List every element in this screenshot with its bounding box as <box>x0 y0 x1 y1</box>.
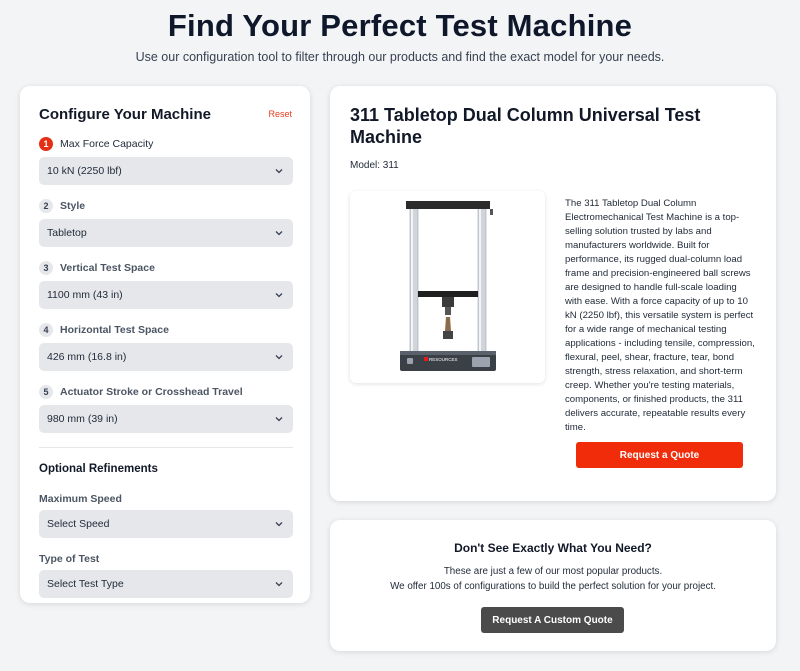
configure-title: Configure Your Machine <box>39 106 211 123</box>
product-panel: 311 Tabletop Dual Column Universal Test … <box>330 86 776 501</box>
select-value: Select Test Type <box>47 578 124 590</box>
test-type-select[interactable]: Select Test Type <box>39 570 293 598</box>
select-value: 10 kN (2250 lbf) <box>47 165 122 177</box>
custom-line-2: We offer 100s of configurations to build… <box>390 581 716 592</box>
select-value: Select Speed <box>47 518 110 530</box>
field-label: Horizontal Test Space <box>60 324 169 336</box>
vertical-space-select[interactable]: 1100 mm (43 in) <box>39 281 293 309</box>
horizontal-space-select[interactable]: 426 mm (16.8 in) <box>39 343 293 371</box>
test-machine-illustration: RESOURCES <box>400 201 496 371</box>
brand-logo-text: RESOURCES <box>429 357 458 362</box>
request-custom-quote-button[interactable]: Request A Custom Quote <box>481 607 624 633</box>
request-quote-button[interactable]: Request a Quote <box>576 442 743 468</box>
field-style: 2 Style Tabletop <box>39 198 293 247</box>
page-title: Find Your Perfect Test Machine <box>167 8 633 43</box>
chevron-down-icon <box>275 293 283 298</box>
chevron-down-icon <box>275 231 283 236</box>
step-number-5: 5 <box>39 385 53 399</box>
product-image: RESOURCES <box>350 191 545 383</box>
select-value: Tabletop <box>47 227 87 239</box>
field-label: Actuator Stroke or Crosshead Travel <box>60 386 243 398</box>
actuator-stroke-select[interactable]: 980 mm (39 in) <box>39 405 293 433</box>
configure-panel: Configure Your Machine Reset 1 Max Force… <box>20 86 310 603</box>
product-title: 311 Tabletop Dual Column Universal Test … <box>350 105 701 147</box>
chevron-down-icon <box>275 355 283 360</box>
custom-title: Don't See Exactly What You Need? <box>454 541 652 555</box>
select-value: 426 mm (16.8 in) <box>47 351 127 363</box>
chevron-down-icon <box>275 169 283 174</box>
chevron-down-icon <box>275 582 283 587</box>
step-number-2: 2 <box>39 199 53 213</box>
select-value: 1100 mm (43 in) <box>47 289 123 301</box>
custom-line-1: These are just a few of our most popular… <box>443 566 663 577</box>
configure-header: Configure Your Machine Reset <box>39 106 292 123</box>
max-speed-select[interactable]: Select Speed <box>39 510 293 538</box>
step-number-3: 3 <box>39 261 53 275</box>
reset-link[interactable]: Reset <box>268 109 292 119</box>
chevron-down-icon <box>275 417 283 422</box>
custom-quote-panel: Don't See Exactly What You Need? These a… <box>330 520 776 651</box>
field-label: Max Force Capacity <box>60 138 154 150</box>
test-type-label: Type of Test <box>39 553 100 565</box>
field-label: Vertical Test Space <box>60 262 155 274</box>
step-number-1: 1 <box>39 137 53 151</box>
max-speed-label: Maximum Speed <box>39 493 122 505</box>
optional-refinements-title: Optional Refinements <box>39 463 158 475</box>
product-description: The 311 Tabletop Dual Column Electromech… <box>565 198 755 433</box>
divider <box>39 447 293 448</box>
field-actuator-stroke: 5 Actuator Stroke or Crosshead Travel 98… <box>39 384 293 433</box>
style-select[interactable]: Tabletop <box>39 219 293 247</box>
model-number: Model: 311 <box>350 160 399 171</box>
step-number-4: 4 <box>39 323 53 337</box>
max-force-select[interactable]: 10 kN (2250 lbf) <box>39 157 293 185</box>
field-vertical-space: 3 Vertical Test Space 1100 mm (43 in) <box>39 260 293 309</box>
hero: Find Your Perfect Test Machine Use our c… <box>0 0 800 64</box>
field-label: Style <box>60 200 86 212</box>
field-horizontal-space: 4 Horizontal Test Space 426 mm (16.8 in) <box>39 322 293 371</box>
field-max-force: 1 Max Force Capacity 10 kN (2250 lbf) <box>39 136 293 185</box>
page-subtitle: Use our configuration tool to filter thr… <box>135 50 665 64</box>
select-value: 980 mm (39 in) <box>47 413 118 425</box>
chevron-down-icon <box>275 522 283 527</box>
